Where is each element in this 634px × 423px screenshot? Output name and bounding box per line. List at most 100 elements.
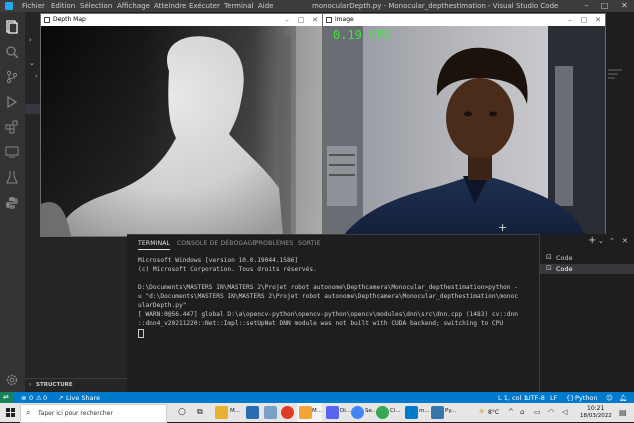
file-explorer-icon[interactable] xyxy=(215,406,228,419)
clock-date[interactable]: 18/03/2022 xyxy=(580,413,612,419)
depth-close-button[interactable]: ✕ xyxy=(308,14,322,26)
discord-icon[interactable] xyxy=(326,406,339,419)
cursor-position[interactable]: L 1, col 1 xyxy=(498,394,528,402)
chrome-icon[interactable] xyxy=(376,406,389,419)
battery-icon[interactable]: ▭ xyxy=(534,408,541,416)
status-bar: ⇌ ⊗ 0 ⚠ 0 ↗ Live Share L 1, col 1 UTF-8 … xyxy=(0,392,634,403)
chrome-icon[interactable] xyxy=(351,406,364,419)
testing-icon[interactable] xyxy=(5,170,19,184)
chevron-right-icon[interactable]: › xyxy=(29,381,31,388)
remote-indicator[interactable]: ⇌ xyxy=(0,392,14,403)
opera-icon[interactable] xyxy=(281,406,294,419)
image-minimize-button[interactable]: – xyxy=(563,14,577,26)
menu-edition[interactable]: Edition xyxy=(51,2,75,10)
menu-fichier[interactable]: Fichier xyxy=(22,2,45,10)
new-terminal-button[interactable]: + xyxy=(588,235,596,246)
sidebar-divider xyxy=(25,378,127,379)
app-icon[interactable] xyxy=(264,406,277,419)
eol[interactable]: LF xyxy=(550,394,557,402)
encoding[interactable]: UTF-8 xyxy=(526,394,545,402)
settings-gear-icon[interactable] xyxy=(5,373,19,387)
taskbar-app-label[interactable]: m... xyxy=(419,408,430,414)
remote-explorer-icon[interactable] xyxy=(5,145,19,159)
menu-selection[interactable]: Sélection xyxy=(80,2,112,10)
taskbar-app-label[interactable]: Ci... xyxy=(390,408,401,414)
close-panel-icon[interactable]: ✕ xyxy=(622,237,628,245)
depth-maximize-button[interactable]: □ xyxy=(294,14,308,26)
menu-aide[interactable]: Aide xyxy=(258,2,273,10)
depth-map-window[interactable]: Depth Map – □ ✕ xyxy=(40,13,323,237)
vscode-close-button[interactable]: ✕ xyxy=(617,0,632,12)
feedback-icon[interactable]: ☺ xyxy=(606,394,613,402)
terminal-line: ::dnn4_v20211220::Net::Impl::setUpNet DN… xyxy=(138,320,504,327)
volume-icon[interactable]: ◁ xyxy=(562,408,567,416)
structure-section[interactable]: STRUCTURE xyxy=(36,382,73,388)
menu-affichage[interactable]: Affichage xyxy=(117,2,150,10)
language-mode[interactable]: Python xyxy=(575,394,598,402)
windows-start-icon[interactable] xyxy=(6,408,15,417)
vscode-taskbar-icon[interactable] xyxy=(405,406,418,419)
vscode-minimize-button[interactable]: – xyxy=(579,0,594,12)
python-icon[interactable] xyxy=(5,196,19,210)
chevron-right-icon[interactable]: › xyxy=(35,72,38,80)
search-icon[interactable] xyxy=(5,45,19,59)
task-view-icon[interactable]: ⧉ xyxy=(197,407,203,417)
chevron-right-icon[interactable]: › xyxy=(29,36,32,44)
notification-center-icon[interactable]: ▤ xyxy=(619,408,627,417)
bottom-panel: TERMINAL CONSOLE DE DÉBOGAGE PROBLÈMES S… xyxy=(127,234,539,393)
network-icon[interactable]: ⌂ xyxy=(520,408,524,416)
chevron-down-icon[interactable]: ⌄ xyxy=(29,59,35,67)
tab-debug-console[interactable]: CONSOLE DE DÉBOGAGE xyxy=(177,240,256,247)
tab-terminal[interactable]: TERMINAL xyxy=(138,240,171,250)
python-taskbar-icon[interactable] xyxy=(431,406,444,419)
store-icon[interactable] xyxy=(246,406,259,419)
taskbar-active-app[interactable]: M... xyxy=(297,403,322,422)
explorer-icon[interactable] xyxy=(5,20,19,34)
terminal-icon: ⊡ xyxy=(546,253,552,261)
terminal-list-item[interactable]: ⊡ Code xyxy=(540,253,634,263)
warnings-icon[interactable]: ⚠ xyxy=(36,394,42,402)
terminal-dropdown-icon[interactable]: ⌄ xyxy=(598,237,604,245)
vscode-maximize-button[interactable]: □ xyxy=(597,0,612,12)
taskbar-app-label[interactable]: Di... xyxy=(340,408,351,414)
taskbar-app-label[interactable]: Py... xyxy=(445,408,456,414)
live-share-button[interactable]: Live Share xyxy=(66,394,100,402)
run-debug-icon[interactable] xyxy=(5,95,19,109)
weather-temp[interactable]: 8°C xyxy=(488,409,499,416)
notifications-icon[interactable]: 🔔︎ xyxy=(619,394,627,402)
terminal-cursor[interactable] xyxy=(138,329,144,338)
wifi-icon[interactable]: ◠ xyxy=(548,408,554,416)
maximize-panel-icon[interactable]: ⌃ xyxy=(609,237,615,245)
window-icon xyxy=(44,17,50,23)
weather-icon[interactable]: ☀ xyxy=(478,407,485,416)
source-control-icon[interactable] xyxy=(5,70,19,84)
menu-terminal[interactable]: Terminal xyxy=(224,2,254,10)
tab-problems[interactable]: PROBLÈMES xyxy=(255,240,293,247)
cortana-icon[interactable]: ○ xyxy=(178,407,186,417)
errors-icon[interactable]: ⊗ xyxy=(21,394,26,402)
tab-output[interactable]: SORTIE xyxy=(298,240,321,247)
search-placeholder: Taper ici pour rechercher xyxy=(38,410,113,417)
taskbar-app-label[interactable]: M... xyxy=(230,408,240,414)
depth-map-titlebar[interactable]: Depth Map – □ ✕ xyxy=(41,14,322,26)
image-maximize-button[interactable]: □ xyxy=(577,14,591,26)
depth-minimize-button[interactable]: – xyxy=(280,14,294,26)
image-titlebar[interactable]: image – □ ✕ xyxy=(323,14,605,26)
extensions-icon[interactable] xyxy=(5,120,19,134)
terminal-line: [ WARN:0@56.447] global D:\a\opencv-pyth… xyxy=(138,311,518,318)
taskbar-search-box[interactable]: ⌕ Taper ici pour rechercher xyxy=(20,404,167,423)
depth-map-image xyxy=(41,26,322,236)
image-window[interactable]: image – □ ✕ 0.19 FPS + xyxy=(322,13,606,237)
language-icon[interactable]: {} xyxy=(566,394,574,402)
live-share-icon[interactable]: ↗ xyxy=(58,394,63,402)
menu-executer[interactable]: Exécuter xyxy=(189,2,220,10)
terminal-name: Code xyxy=(556,265,573,273)
menu-atteindre[interactable]: Atteindre xyxy=(154,2,186,10)
terminal-list-item[interactable]: ⊡ Code xyxy=(540,264,634,274)
activity-bar xyxy=(0,12,25,392)
image-close-button[interactable]: ✕ xyxy=(591,14,605,26)
clock-time[interactable]: 10:21 xyxy=(587,405,604,412)
warnings-count[interactable]: 0 xyxy=(43,394,47,402)
tray-chevron-icon[interactable]: ^ xyxy=(508,408,514,416)
errors-count[interactable]: 0 xyxy=(29,394,33,402)
